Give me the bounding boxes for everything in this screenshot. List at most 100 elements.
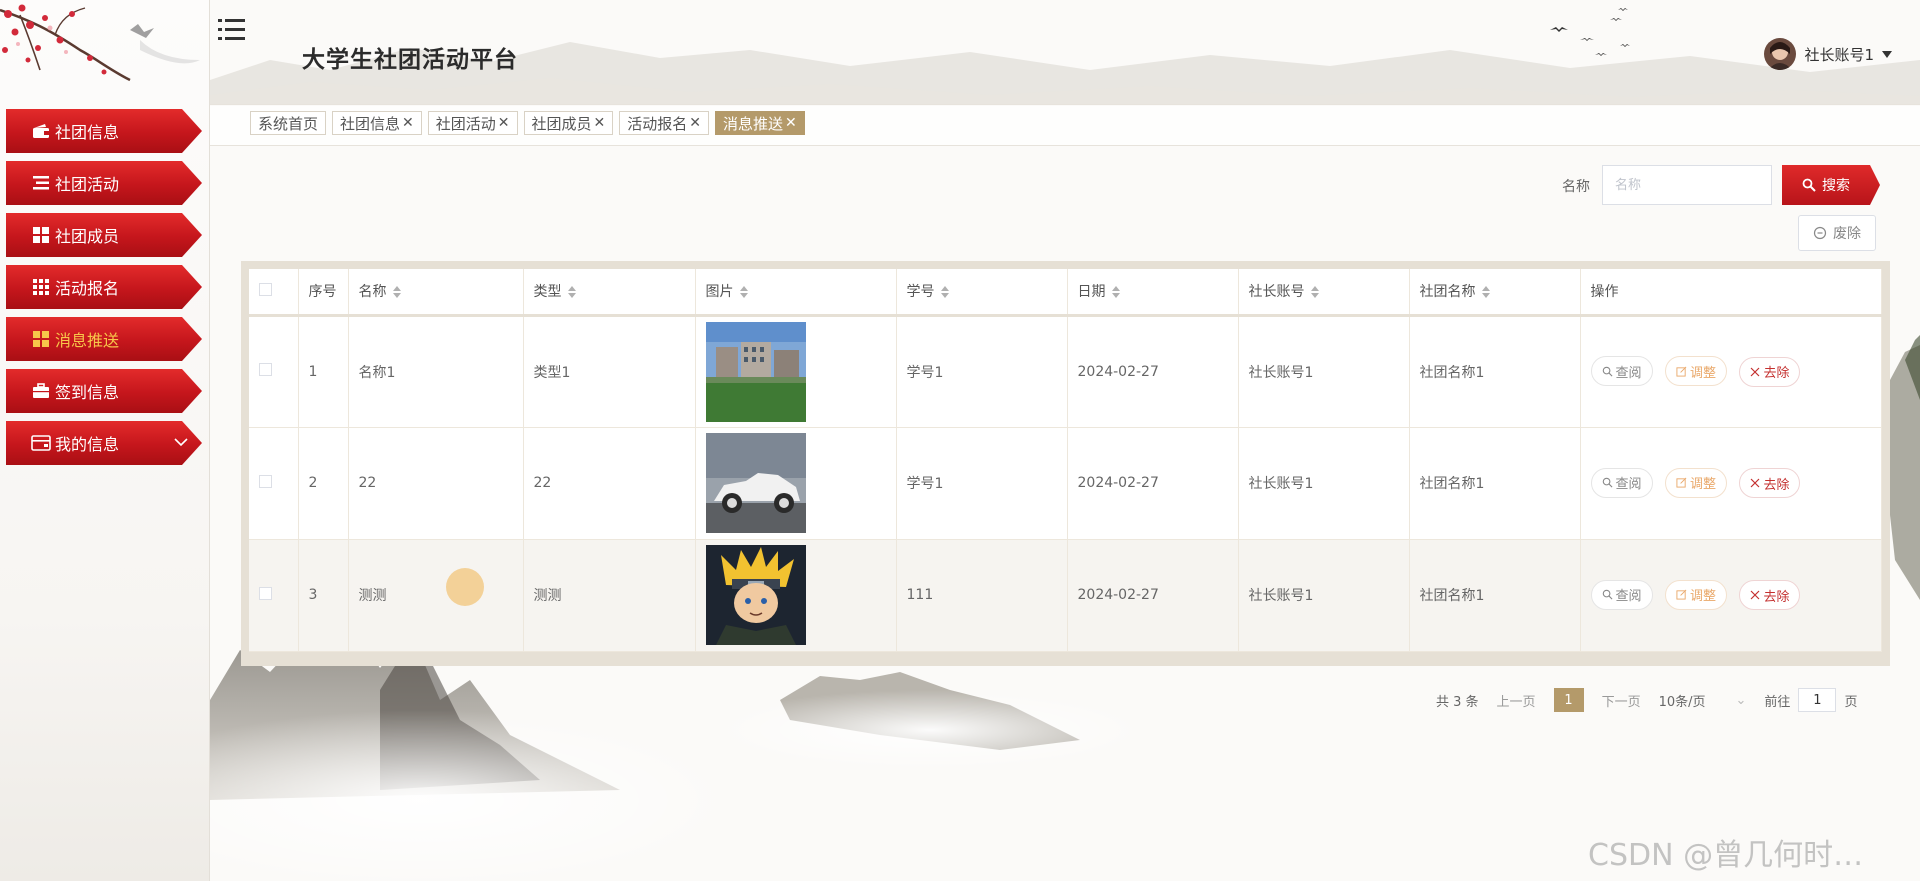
edit-button[interactable]: 调整 [1664, 356, 1727, 387]
sidebar-item-club-members[interactable]: 社团成员 [6, 213, 202, 257]
tab-home[interactable]: 系统首页 [250, 111, 327, 135]
delete-button[interactable]: 去除 [1739, 356, 1801, 387]
sidebar-item-checkin-info[interactable]: 签到信息 [6, 369, 202, 413]
cell-index: 3 [298, 539, 349, 652]
cell-leader: 社长账号1 [1238, 427, 1410, 540]
sidebar-item-label: 社团成员 [55, 227, 120, 246]
birds-art [1550, 8, 1630, 56]
column-header[interactable]: 社团名称 [1409, 269, 1581, 317]
row-checkbox[interactable] [259, 586, 272, 600]
sort-icon[interactable] [1481, 286, 1490, 299]
tab-club-info[interactable]: 社团信息 ✕ [332, 111, 422, 135]
tab-club-activities[interactable]: 社团活动 ✕ [427, 111, 518, 135]
sort-icon[interactable] [1111, 286, 1120, 299]
sidebar-menu: 社团信息 社团活动 社团成员 活动报名 消息推送 签到信息 我的信息 [6, 109, 202, 473]
cell-index: 2 [298, 427, 349, 540]
cell-date: 2024-02-27 [1067, 539, 1239, 652]
close-icon[interactable]: ✕ [785, 115, 797, 131]
sidebar-item-label: 消息推送 [55, 331, 120, 350]
goto-page-input[interactable] [1798, 688, 1837, 712]
list-icon [31, 173, 51, 193]
tab-message-push[interactable]: 消息推送 ✕ [715, 111, 805, 135]
column-header[interactable]: 类型 [523, 269, 696, 317]
prev-page-button[interactable]: 上一页 [1497, 691, 1536, 710]
close-icon [1751, 590, 1760, 600]
cell-actions: 查阅 调整 去除 [1580, 427, 1882, 540]
user-menu[interactable]: 社长账号1 [1764, 38, 1892, 70]
next-page-button[interactable]: 下一页 [1602, 691, 1641, 710]
close-icon[interactable]: ✕ [498, 115, 510, 131]
table-row: 1 名称1 类型1 学号1 2024-02-27 社长账号1 社团名称1 查阅 [249, 315, 1882, 428]
close-icon[interactable]: ✕ [689, 115, 701, 131]
close-icon[interactable]: ✕ [402, 115, 414, 131]
page-size-select[interactable]: 10条/页 ⌄ [1659, 691, 1747, 710]
cell-actions: 查阅 调整 去除 [1580, 539, 1882, 652]
bulk-delete-button[interactable]: 废除 [1798, 215, 1876, 251]
caret-down-icon [1882, 50, 1892, 58]
sidebar-item-label: 社团信息 [55, 123, 120, 142]
column-header[interactable]: 学号 [896, 269, 1068, 317]
page-number-button[interactable]: 1 [1553, 688, 1584, 712]
tab-club-members[interactable]: 社团成员 ✕ [523, 111, 614, 135]
minus-circle-icon [1813, 226, 1827, 240]
sidebar-item-activity-signup[interactable]: 活动报名 [6, 265, 202, 309]
column-header: 序号 [298, 269, 349, 317]
sort-icon[interactable] [567, 286, 576, 299]
tab-label: 社团成员 [531, 114, 592, 133]
search-input[interactable] [1602, 165, 1772, 205]
chevron-down-icon: ⌄ [1735, 692, 1747, 708]
sidebar-item-my-info[interactable]: 我的信息 [6, 421, 202, 465]
cell-leader: 社长账号1 [1238, 539, 1410, 652]
apps-icon [31, 277, 51, 297]
cell-student-no: 学号1 [896, 427, 1068, 540]
search-label: 名称 [1562, 179, 1590, 195]
column-header[interactable]: 社长账号 [1238, 269, 1410, 317]
view-button[interactable]: 查阅 [1590, 579, 1653, 610]
sidebar: 社团信息 社团活动 社团成员 活动报名 消息推送 签到信息 我的信息 [0, 0, 210, 881]
select-all-checkbox[interactable] [259, 282, 272, 296]
chevron-down-icon[interactable] [172, 433, 190, 451]
row-checkbox[interactable] [259, 474, 272, 488]
sidebar-item-club-activities[interactable]: 社团活动 [6, 161, 202, 205]
column-header[interactable]: 图片 [695, 269, 897, 317]
card-icon [31, 433, 51, 453]
table-header-row: 序号 名称 类型 图片 学号 日期 社长账号 社团名称 操作 [249, 269, 1882, 317]
edit-icon [1676, 477, 1687, 488]
cell-image [695, 315, 897, 428]
search-button[interactable]: 搜索 [1782, 165, 1880, 205]
sidebar-item-club-info[interactable]: 社团信息 [6, 109, 202, 153]
grid-icon [31, 329, 51, 349]
search-icon [1602, 589, 1612, 600]
row-select-cell [249, 539, 299, 652]
column-header[interactable]: 日期 [1067, 269, 1239, 317]
delete-button[interactable]: 去除 [1739, 468, 1801, 499]
edit-button[interactable]: 调整 [1664, 467, 1727, 498]
row-checkbox[interactable] [259, 363, 272, 376]
cell-name: 测测 [348, 539, 524, 652]
sort-icon[interactable] [392, 286, 401, 299]
view-button[interactable]: 查阅 [1590, 467, 1653, 498]
view-button[interactable]: 查阅 [1590, 356, 1653, 387]
goto-unit: 页 [1844, 694, 1858, 710]
column-header[interactable]: 名称 [348, 269, 524, 317]
column-header: 操作 [1580, 269, 1882, 317]
sort-icon[interactable] [940, 286, 949, 299]
sidebar-item-message-push[interactable]: 消息推送 [6, 317, 202, 361]
sort-icon[interactable] [739, 286, 748, 299]
search-button-label: 搜索 [1822, 177, 1850, 193]
car-photo[interactable] [705, 433, 806, 533]
menu-toggle-icon[interactable] [218, 16, 248, 44]
close-icon[interactable]: ✕ [594, 115, 606, 131]
building-photo[interactable] [705, 321, 806, 422]
tab-label: 社团信息 [340, 114, 401, 133]
cell-student-no: 学号1 [896, 315, 1068, 428]
row-select-cell [249, 427, 299, 540]
bulk-delete-label: 废除 [1833, 225, 1861, 241]
edit-icon [1676, 366, 1687, 377]
tab-activity-signup[interactable]: 活动报名 ✕ [619, 111, 710, 135]
anime-character-photo[interactable] [705, 545, 806, 645]
edit-button[interactable]: 调整 [1664, 579, 1727, 610]
sort-icon[interactable] [1310, 286, 1319, 299]
delete-button[interactable]: 去除 [1739, 580, 1801, 611]
user-name: 社长账号1 [1804, 45, 1874, 64]
